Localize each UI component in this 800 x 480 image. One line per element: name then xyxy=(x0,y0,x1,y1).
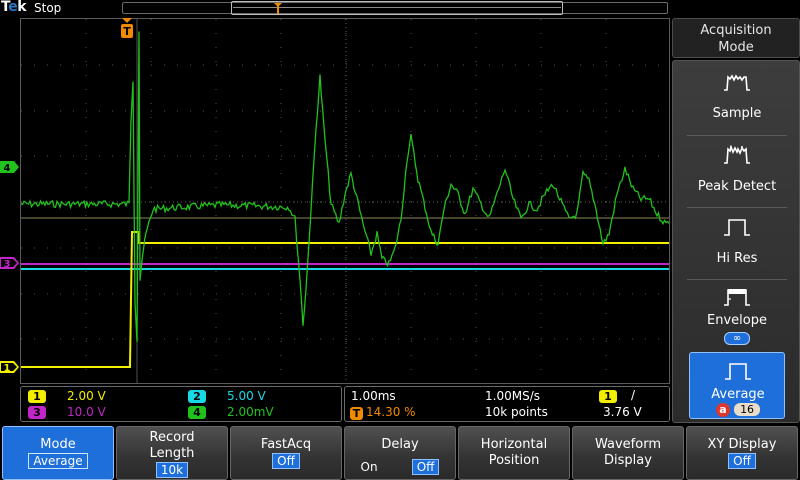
peak-detect-button[interactable]: Peak Detect xyxy=(689,137,785,204)
delay-off-option: Off xyxy=(411,459,440,475)
svg-text:4: 4 xyxy=(4,163,11,174)
svg-text:3: 3 xyxy=(4,259,11,270)
trigger-position-icon: T xyxy=(350,407,363,420)
envelope-waveform-icon xyxy=(724,289,750,306)
delay-button[interactable]: Delay On Off xyxy=(344,426,456,480)
top-status-bar: Tek Stop xyxy=(0,0,670,17)
hi-res-button[interactable]: Hi Res xyxy=(689,209,785,276)
ch1-scale: 2.00 V xyxy=(67,389,106,403)
hi-res-waveform-icon xyxy=(724,219,750,236)
timebase-scale: 1.00ms xyxy=(351,389,396,403)
waveform-display-button[interactable]: Waveform Display xyxy=(572,426,684,480)
mode-button[interactable]: Mode Average xyxy=(2,426,114,480)
record-length-button[interactable]: Record Length 10k xyxy=(116,426,228,480)
average-button[interactable]: Average a 16 xyxy=(689,352,785,419)
svg-text:1: 1 xyxy=(4,363,11,374)
record-points: 10k points xyxy=(485,405,548,419)
trigger-position-percent: 14.30 % xyxy=(366,405,416,419)
peak-detect-waveform-icon xyxy=(724,145,750,164)
envelope-count-pill: ∞ xyxy=(723,332,751,345)
average-count-value: 16 xyxy=(734,403,761,416)
record-trigger-icon xyxy=(274,3,282,14)
trigger-position-marker[interactable]: T xyxy=(121,18,133,40)
xy-display-button[interactable]: XY Display Off xyxy=(686,426,798,480)
side-menu-panel: Sample Peak Detect Hi Res Envelope ∞ Ave… xyxy=(672,60,800,423)
waveform-graticule[interactable] xyxy=(20,18,670,384)
grid-dots xyxy=(21,19,669,383)
ch2-badge: 2 xyxy=(188,390,206,403)
delay-on-option: On xyxy=(360,460,378,474)
tek-logo: Tek xyxy=(1,0,27,15)
side-menu-title: Acquisition Mode xyxy=(672,18,800,58)
record-view-line xyxy=(233,7,561,8)
waveform-display xyxy=(21,19,669,383)
ch1-badge: 1 xyxy=(28,390,46,403)
channel-readout[interactable]: 1 2.00 V 2 5.00 V 3 10.0 V 4 2.00mV xyxy=(20,386,342,422)
acquisition-side-menu: Acquisition Mode Sample Peak Detect Hi R… xyxy=(670,18,800,423)
ch3-badge: 3 xyxy=(28,406,46,419)
ch3-scale: 10.0 V xyxy=(67,405,106,419)
record-length-value: 10k xyxy=(155,462,189,478)
timebase-readout[interactable]: 1.00ms 1.00MS/s T 14.30 % 10k points 1 /… xyxy=(344,386,670,422)
trigger-level: 3.76 V xyxy=(603,405,642,419)
fastacq-value: Off xyxy=(272,453,300,469)
ch4-badge: 4 xyxy=(188,406,206,419)
mode-value: Average xyxy=(28,453,88,469)
xy-display-value: Off xyxy=(728,453,756,469)
ch4-scale: 2.00mV xyxy=(227,405,274,419)
sample-button[interactable]: Sample xyxy=(689,64,785,131)
bottom-menu: Mode Average Record Length 10k FastAcq O… xyxy=(0,424,800,480)
ch3-ground-marker[interactable]: 3 xyxy=(0,256,20,270)
multipurpose-knob-a-icon: a xyxy=(715,402,730,417)
trigger-source-badge: 1 xyxy=(599,390,617,403)
horizontal-position-button[interactable]: Horizontal Position xyxy=(458,426,570,480)
ch4-ground-marker[interactable]: 4 xyxy=(0,160,20,174)
ch2-scale: 5.00 V xyxy=(227,389,266,403)
sample-waveform-icon xyxy=(724,74,750,91)
svg-text:T: T xyxy=(123,25,131,38)
run-state-label: Stop xyxy=(34,1,62,15)
side-separator xyxy=(687,207,787,208)
envelope-button[interactable]: Envelope ∞ xyxy=(689,279,785,346)
average-waveform-icon xyxy=(725,363,751,380)
side-separator xyxy=(687,135,787,136)
trigger-slope-icon: / xyxy=(631,388,636,402)
ch1-ground-marker[interactable]: 1 xyxy=(0,360,20,374)
fastacq-button[interactable]: FastAcq Off xyxy=(230,426,342,480)
sample-rate: 1.00MS/s xyxy=(485,389,540,403)
